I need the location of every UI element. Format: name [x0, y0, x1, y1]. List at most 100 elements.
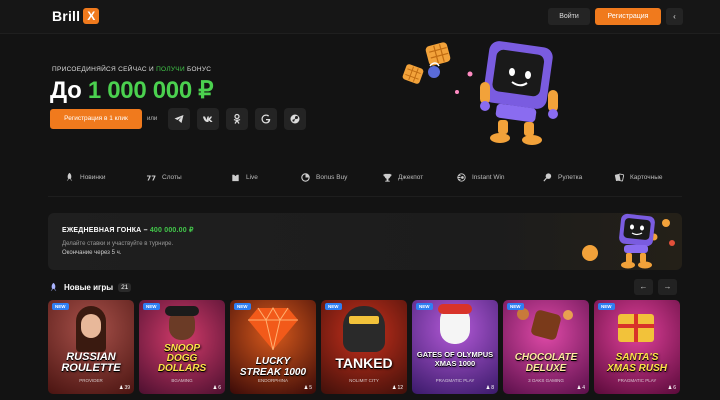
chevron-left-icon[interactable]: ‹	[666, 8, 683, 25]
game-provider: 3 OAKS GAMING	[528, 378, 564, 383]
google-icon[interactable]	[255, 108, 277, 130]
new-badge: NEW	[507, 303, 524, 310]
new-games-list: NEW RUSSIAN ROULETTE PROVIDER ♟ 39 NEW SN…	[48, 300, 682, 400]
section-title: Новые игры	[64, 282, 114, 292]
category-cards[interactable]: Карточные	[614, 172, 663, 183]
slots-icon: 77	[146, 174, 156, 182]
category-roulette[interactable]: Рулетка	[542, 172, 582, 183]
count-badge: 21	[118, 282, 132, 292]
telegram-icon[interactable]	[168, 108, 190, 130]
category-label: Instant Win	[472, 174, 505, 181]
top-header: Brill X Войти Регистрация ‹	[0, 0, 720, 34]
players-count: ♟ 8	[485, 385, 494, 391]
daily-race-banner[interactable]: ЕЖЕДНЕВНАЯ ГОНКА – 400 000.00 ₽ Делайте …	[48, 213, 682, 270]
mascot-illustration	[402, 41, 558, 145]
bonus-buy-icon	[301, 173, 310, 182]
rocket-icon	[50, 282, 57, 291]
live-icon	[232, 174, 239, 182]
trophy-icon	[383, 173, 392, 182]
category-label: Live	[246, 174, 258, 181]
game-card[interactable]: NEW CHOCOLATE DELUXE 3 OAKS GAMING ♟ 4	[503, 300, 589, 394]
cards-icon	[614, 173, 625, 182]
category-label: Джекпот	[398, 174, 424, 181]
user-icon: ♟	[485, 385, 491, 391]
race-title: ЕЖЕДНЕВНАЯ ГОНКА – 400 000.00 ₽	[62, 227, 194, 234]
roulette-icon	[543, 173, 552, 182]
game-card[interactable]: NEW TANKED NOLIMIT CITY ♟ 12	[321, 300, 407, 394]
players-count: ♟ 6	[212, 385, 221, 391]
new-games-header: Новые игры 21	[48, 280, 132, 294]
brand-logo[interactable]: Brill X	[52, 8, 100, 24]
or-label: или	[147, 116, 158, 122]
game-card[interactable]: NEW LUCKY STREAK 1000 ENDORPHINA ♟ 5	[230, 300, 316, 394]
game-title: RUSSIAN ROULETTE	[61, 351, 121, 374]
game-title: SNOOP DOGG DOLLARS	[157, 343, 207, 374]
user-icon: ♟	[391, 385, 397, 391]
user-icon: ♟	[667, 385, 673, 391]
vk-icon[interactable]	[197, 108, 219, 130]
rocket-icon	[66, 172, 73, 182]
new-badge: NEW	[325, 303, 342, 310]
players-count: ♟ 6	[667, 385, 676, 391]
odnoklassniki-icon[interactable]	[226, 108, 248, 130]
category-bonus-buy[interactable]: Bonus Buy	[300, 172, 347, 183]
category-label: Новинки	[80, 174, 106, 181]
new-badge: NEW	[143, 303, 160, 310]
game-provider: PROVIDER	[79, 378, 103, 383]
user-icon: ♟	[212, 385, 218, 391]
category-label: Карточные	[630, 174, 663, 181]
user-icon: ♟	[576, 385, 582, 391]
category-label: Рулетка	[558, 174, 583, 181]
game-title: LUCKY STREAK 1000	[239, 356, 307, 378]
arrow-left-icon[interactable]: ←	[634, 279, 653, 295]
category-live[interactable]: Live	[230, 172, 258, 183]
new-badge: NEW	[234, 303, 251, 310]
new-badge: NEW	[52, 303, 69, 310]
game-provider: PRAGMATIC PLAY	[617, 378, 657, 383]
game-card[interactable]: NEW SNOOP DOGG DOLLARS BGAMING ♟ 6	[139, 300, 225, 394]
game-title: TANKED	[335, 355, 393, 371]
diamond-icon	[248, 307, 298, 350]
arrow-right-icon[interactable]: →	[658, 279, 677, 295]
steam-icon[interactable]	[284, 108, 306, 130]
category-new[interactable]: Новинки	[64, 172, 105, 183]
divider	[48, 196, 682, 197]
race-timer: Окончание через 5 ч.	[62, 250, 122, 256]
game-title: SANTA'S XMAS RUSH	[606, 352, 667, 374]
svg-text:77: 77	[146, 174, 156, 182]
one-click-register-button[interactable]: Регистрация в 1 клик	[50, 109, 142, 129]
hero-title: До 1 000 000 ₽	[50, 77, 214, 104]
game-title: GATES OF OLYMPUS XMAS 1000	[416, 350, 494, 368]
register-button[interactable]: Регистрация	[595, 8, 661, 25]
new-badge: NEW	[416, 303, 433, 310]
players-count: ♟ 12	[391, 385, 403, 391]
game-card[interactable]: NEW SANTA'S XMAS RUSH PRAGMATIC PLAY ♟ 6	[594, 300, 680, 394]
players-count: ♟ 4	[576, 385, 585, 391]
user-icon: ♟	[118, 385, 124, 391]
instant-win-icon	[457, 173, 466, 182]
robot-mascot	[480, 41, 558, 145]
game-title: CHOCOLATE DELUXE	[514, 352, 578, 374]
category-instant-win[interactable]: Instant Win	[456, 172, 505, 183]
logo-text: Brill	[52, 8, 81, 24]
category-slots[interactable]: 77 Слоты	[146, 172, 182, 183]
waffle-icon	[402, 42, 451, 84]
robot-mascot	[582, 213, 675, 269]
players-count: ♟ 5	[303, 385, 312, 391]
new-badge: NEW	[598, 303, 615, 310]
user-icon: ♟	[303, 385, 309, 391]
category-jackpot[interactable]: Джекпот	[382, 172, 423, 183]
category-nav: Новинки 77 Слоты Live Bonus Buy Джекпот …	[48, 164, 682, 192]
game-provider: NOLIMIT CITY	[349, 378, 379, 383]
login-button[interactable]: Войти	[548, 8, 590, 25]
game-card[interactable]: NEW GATES OF OLYMPUS XMAS 1000 PRAGMATIC…	[412, 300, 498, 394]
race-description: Делайте ставки и участвуйте в турнире.	[62, 241, 174, 247]
category-label: Bonus Buy	[316, 174, 348, 181]
game-card[interactable]: NEW RUSSIAN ROULETTE PROVIDER ♟ 39	[48, 300, 134, 394]
hero-subtitle: ПРИСОЕДИНЯЙСЯ СЕЙЧАС И ПОЛУЧИ БОНУС	[52, 66, 212, 73]
players-count: ♟ 39	[118, 385, 130, 391]
logo-mark: X	[83, 8, 100, 24]
game-provider: ENDORPHINA	[257, 378, 288, 383]
game-provider: PRAGMATIC PLAY	[435, 378, 475, 383]
category-label: Слоты	[162, 174, 182, 181]
